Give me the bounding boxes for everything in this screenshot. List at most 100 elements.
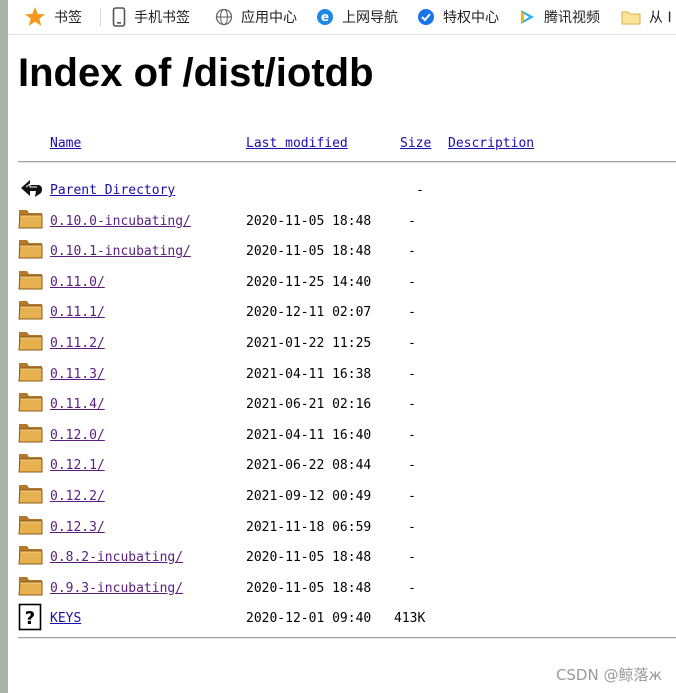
svg-text:e: e (321, 10, 329, 24)
footer-divider (18, 637, 676, 639)
file-size: - (408, 274, 416, 290)
folder-icon[interactable] (18, 236, 44, 264)
file-size: - (408, 489, 416, 504)
bookmark-label: 手机书签 (134, 10, 190, 26)
bookmark-privilege[interactable]: 特权中心 (417, 0, 499, 34)
listing-row: 0.11.0/2020-11-25 14:40 - (8, 269, 676, 297)
last-modified: 2021-11-18 06:59 (246, 519, 372, 535)
sort-by-description-link[interactable]: Description (448, 136, 534, 151)
listing-row: 0.10.1-incubating/2020-11-05 18:48 - (8, 238, 676, 266)
listing-row: 0.11.3/2021-04-11 16:38 - (8, 361, 676, 389)
folder-icon (621, 11, 641, 25)
entry-link[interactable]: 0.11.2/ (50, 336, 105, 351)
file-size: - (408, 213, 416, 229)
folder-icon[interactable] (18, 389, 44, 417)
directory-listing-page: Index of /dist/iotdb Name Last modified … (8, 35, 676, 693)
bookmark-label: 腾讯视频 (544, 10, 600, 26)
file-size: - (408, 427, 416, 443)
bookmark-label: 上网导航 (342, 10, 398, 26)
entry-link[interactable]: 0.11.1/ (50, 305, 105, 320)
watermark: CSDN @鲸落ж (555, 666, 662, 684)
last-modified: 2020-12-01 09:40 (246, 611, 372, 627)
privilege-icon (418, 9, 434, 25)
entry-link[interactable]: 0.12.3/ (50, 520, 105, 535)
folder-icon[interactable] (18, 328, 44, 356)
folder-icon[interactable] (18, 481, 44, 509)
svg-text:?: ? (25, 608, 35, 629)
last-modified: 2021-06-22 08:44 (246, 458, 372, 474)
entry-link[interactable]: 0.9.3-incubating/ (50, 581, 183, 596)
bookmark-mobile[interactable]: 手机书签 (112, 0, 190, 34)
file-size: - (408, 519, 416, 535)
last-modified: 2020-11-25 14:40 (246, 274, 372, 290)
last-modified: 2020-12-11 02:07 (246, 305, 372, 321)
last-modified: 2020-11-05 18:48 (246, 580, 372, 596)
listing-row: 0.12.0/2021-04-11 16:40 - (8, 422, 676, 450)
bookmarks-bar: 书签 手机书签 应用中心 e 上网导航 特权中心 腾讯视频 从 I (8, 0, 676, 35)
folder-icon[interactable] (18, 206, 44, 234)
file-size: - (408, 305, 416, 321)
entry-link[interactable]: 0.11.3/ (50, 367, 105, 382)
folder-icon[interactable] (18, 359, 44, 387)
phone-icon (112, 7, 126, 27)
entry-link[interactable]: 0.8.2-incubating/ (50, 550, 183, 565)
listing-row: 0.8.2-incubating/2020-11-05 18:48 - (8, 544, 676, 572)
listing-row: 0.12.1/2021-06-22 08:44 - (8, 452, 676, 480)
file-size: - (408, 244, 416, 260)
page-title: Index of /dist/iotdb (18, 51, 374, 95)
folder-icon[interactable] (18, 573, 44, 601)
listing-row: 0.11.1/2020-12-11 02:07 - (8, 299, 676, 327)
sort-by-modified-link[interactable]: Last modified (246, 136, 348, 151)
entry-link[interactable]: 0.11.0/ (50, 275, 105, 290)
entry-link[interactable]: 0.12.1/ (50, 458, 105, 473)
listing-row: ? KEYS 2020-12-01 09:40 413K (8, 603, 676, 635)
folder-icon[interactable] (18, 450, 44, 478)
last-modified: 2021-04-11 16:40 (246, 427, 372, 443)
bookmark-folder[interactable]: 从 I (621, 0, 672, 34)
entry-link[interactable]: KEYS (50, 611, 81, 626)
file-size: - (408, 458, 416, 474)
sort-by-name-link[interactable]: Name (50, 136, 81, 151)
listing-row: 0.11.4/2021-06-21 02:16 - (8, 391, 676, 419)
globe-icon (215, 8, 233, 26)
folder-icon[interactable] (18, 512, 44, 540)
bookmark-app-center[interactable]: 应用中心 (215, 0, 297, 34)
file-size: - (408, 580, 416, 596)
listing-row: 0.12.3/2021-11-18 06:59 - (8, 514, 676, 542)
last-modified: 2021-06-21 02:16 (246, 397, 372, 413)
last-modified: 2021-01-22 11:25 (246, 336, 372, 351)
bookmark-label: 书签 (54, 10, 82, 26)
entry-link[interactable]: 0.12.2/ (50, 489, 105, 504)
listing-row: Parent Directory - (8, 177, 676, 205)
last-modified: 2021-04-11 16:38 (246, 366, 372, 382)
header-divider (18, 161, 676, 163)
file-size: 413K (394, 611, 426, 627)
entry-link[interactable]: 0.10.1-incubating/ (50, 244, 191, 259)
bookmark-label: 特权中心 (443, 10, 499, 26)
folder-icon[interactable] (18, 297, 44, 325)
file-size: - (408, 550, 416, 566)
folder-icon[interactable] (18, 267, 44, 295)
listing-row: 0.9.3-incubating/2020-11-05 18:48 - (8, 575, 676, 603)
entry-link[interactable]: 0.12.0/ (50, 428, 105, 443)
entry-link[interactable]: 0.11.4/ (50, 397, 105, 412)
parent-directory-link[interactable]: Parent Directory (50, 183, 175, 198)
listing-row: 0.10.0-incubating/2020-11-05 18:48 - (8, 208, 676, 236)
bookmark-nav[interactable]: e 上网导航 (316, 0, 398, 34)
back-icon[interactable] (18, 175, 44, 205)
last-modified: 2021-09-12 00:49 (246, 489, 372, 504)
folder-icon[interactable] (18, 420, 44, 448)
video-icon (521, 10, 534, 24)
file-size: - (416, 183, 424, 198)
bookmark-bookmarks[interactable]: 书签 (24, 0, 82, 34)
unknown-file-icon[interactable]: ? (18, 603, 42, 635)
sort-by-size-link[interactable]: Size (400, 136, 431, 151)
bookmark-label: 应用中心 (241, 10, 297, 26)
left-edge-strip (0, 0, 8, 693)
listing-row: 0.11.2/2021-01-22 11:25 - (8, 330, 676, 358)
bookmark-tencent-video[interactable]: 腾讯视频 (518, 0, 600, 34)
folder-icon[interactable] (18, 542, 44, 570)
bookmarks-divider (100, 8, 101, 26)
entry-link[interactable]: 0.10.0-incubating/ (50, 214, 191, 229)
star-icon (25, 7, 45, 26)
